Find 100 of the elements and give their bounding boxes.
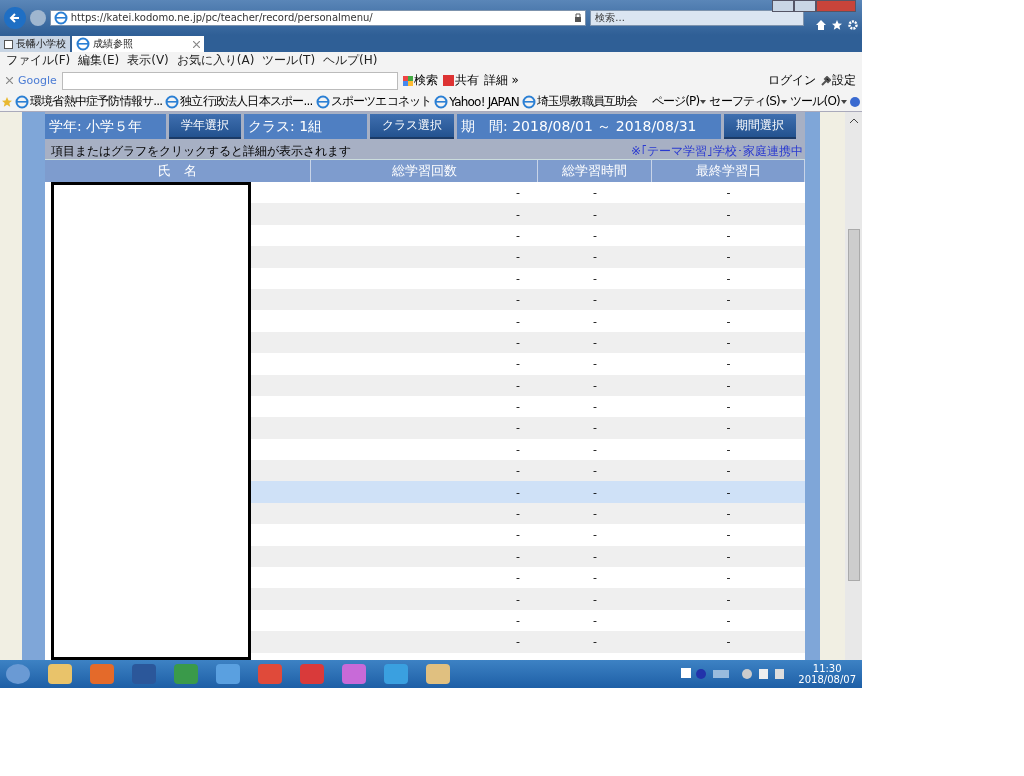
home-icon[interactable]: [816, 19, 826, 30]
google-search-field[interactable]: [61, 71, 398, 90]
table-cell: -: [516, 592, 520, 606]
address-bar[interactable]: https://katei.kodomo.ne.jp/pc/teacher/record/personalmenu/: [49, 9, 587, 26]
scrollbar[interactable]: [845, 112, 862, 660]
favorite-link[interactable]: Yahoo! JAPAN: [434, 94, 519, 109]
settings-icon[interactable]: [848, 19, 858, 30]
menu-item[interactable]: お気に入り(A): [176, 52, 255, 69]
squares-icon: [402, 75, 413, 86]
search-field[interactable]: 検索...: [590, 9, 804, 26]
page-icon: [521, 94, 536, 109]
table-cell: -: [726, 186, 731, 200]
table-row[interactable]: - - -: [251, 246, 805, 268]
table-row[interactable]: - - -: [251, 481, 805, 503]
table-cell: -: [593, 549, 597, 563]
favorites-star-icon[interactable]: [2, 96, 12, 107]
table-cell: -: [516, 528, 520, 542]
table-cell: -: [593, 421, 597, 435]
forward-button[interactable]: [29, 9, 46, 26]
table-cell: -: [726, 614, 731, 627]
search-button[interactable]: 検索: [402, 72, 438, 89]
table-cell: -: [593, 614, 597, 627]
clock-date: 2018/08/07: [798, 674, 856, 685]
caret-icon[interactable]: [700, 99, 707, 104]
settings-button[interactable]: 設定: [821, 72, 856, 89]
favorite-link[interactable]: スポーツエコネット: [315, 93, 432, 110]
table-cell: -: [516, 614, 520, 627]
caret-icon[interactable]: [781, 99, 787, 104]
more-button[interactable]: 詳細 »: [483, 72, 519, 89]
browser-tab[interactable]: 長幡小学校: [0, 36, 70, 52]
menu-item[interactable]: 編集(E): [78, 52, 120, 69]
class-select-button[interactable]: クラス選択: [370, 114, 454, 139]
command-menu[interactable]: セーフティ(S): [709, 93, 780, 110]
browser-tab[interactable]: 成績参照: [72, 36, 204, 52]
start-button[interactable]: [6, 664, 30, 684]
favorite-link[interactable]: 埼玉県教職員互助会: [521, 93, 638, 110]
favorite-link[interactable]: 独立行政法人日本スポー...: [165, 93, 313, 110]
table-cell: -: [516, 485, 520, 499]
star-icon[interactable]: [832, 19, 842, 30]
table-row[interactable]: - - -: [251, 374, 805, 396]
page-icon: [165, 94, 180, 109]
favorite-link[interactable]: 環境省熱中症予防情報サ...: [15, 93, 163, 110]
table-cell: -: [593, 293, 597, 307]
table-cell: -: [516, 549, 520, 563]
share-icon: [442, 75, 454, 86]
grade-select-button[interactable]: 学年選択: [169, 114, 241, 139]
table-cell: -: [593, 528, 597, 542]
table-cell: -: [516, 400, 520, 414]
menu-item[interactable]: ヘルプ(H): [323, 52, 378, 69]
table-row[interactable]: - - -: [251, 288, 805, 311]
share-button[interactable]: 共有: [442, 72, 479, 89]
table-cell: -: [593, 335, 597, 349]
page-icon: [315, 94, 330, 109]
table-row[interactable]: - - -: [251, 502, 805, 525]
scroll-up-icon[interactable]: [849, 118, 858, 123]
menu-item[interactable]: ファイル(F): [6, 52, 71, 69]
table-row[interactable]: - - -: [251, 331, 805, 354]
table-cell: -: [593, 464, 597, 478]
table-cell: -: [593, 250, 597, 264]
table-cell: -: [516, 250, 520, 264]
table-cell: -: [593, 442, 597, 456]
back-button[interactable]: [4, 6, 26, 29]
caret-icon[interactable]: [841, 99, 847, 104]
table-cell: -: [516, 335, 520, 349]
arrow-icon: [8, 11, 21, 24]
table-cell: -: [593, 186, 597, 200]
table-row[interactable]: - - -: [251, 588, 805, 610]
restore-button[interactable]: [794, 0, 816, 12]
minimize-button[interactable]: [772, 0, 794, 12]
command-menu[interactable]: ページ(P): [651, 93, 700, 110]
table-row[interactable]: - - -: [251, 203, 805, 225]
table-row[interactable]: - - -: [251, 460, 805, 482]
table-cell: -: [726, 464, 731, 478]
table-cell: -: [593, 378, 597, 392]
table-cell: -: [516, 228, 520, 242]
period-select-button[interactable]: 期間選択: [724, 114, 796, 139]
login-button[interactable]: ログイン: [768, 72, 816, 89]
command-menu[interactable]: ツール(O): [790, 93, 840, 110]
close-icon[interactable]: [6, 77, 13, 84]
notice-text: ※｢テーマ学習｣学校･家庭連携中: [630, 143, 803, 159]
table-cell: -: [726, 442, 731, 456]
table-cell: -: [726, 228, 731, 242]
page-icon: [4, 39, 13, 49]
table-row[interactable]: - - -: [251, 631, 805, 653]
table-cell: -: [726, 207, 731, 221]
menu-item[interactable]: 表示(V): [127, 52, 169, 69]
table-cell: -: [726, 507, 731, 521]
table-row[interactable]: - - -: [251, 545, 805, 568]
table-cell: -: [726, 357, 731, 371]
table-cell: -: [593, 400, 597, 414]
table-cell: -: [593, 592, 597, 606]
wrench-icon: [821, 75, 831, 86]
close-icon[interactable]: [193, 40, 200, 48]
table-cell: -: [516, 357, 520, 371]
table-cell: -: [726, 571, 731, 585]
table-row[interactable]: - - -: [251, 417, 805, 439]
help-icon[interactable]: [850, 96, 860, 107]
table-cell: -: [516, 207, 520, 221]
clock-time: 11:30: [812, 663, 842, 674]
menu-item[interactable]: ツール(T): [262, 52, 316, 69]
